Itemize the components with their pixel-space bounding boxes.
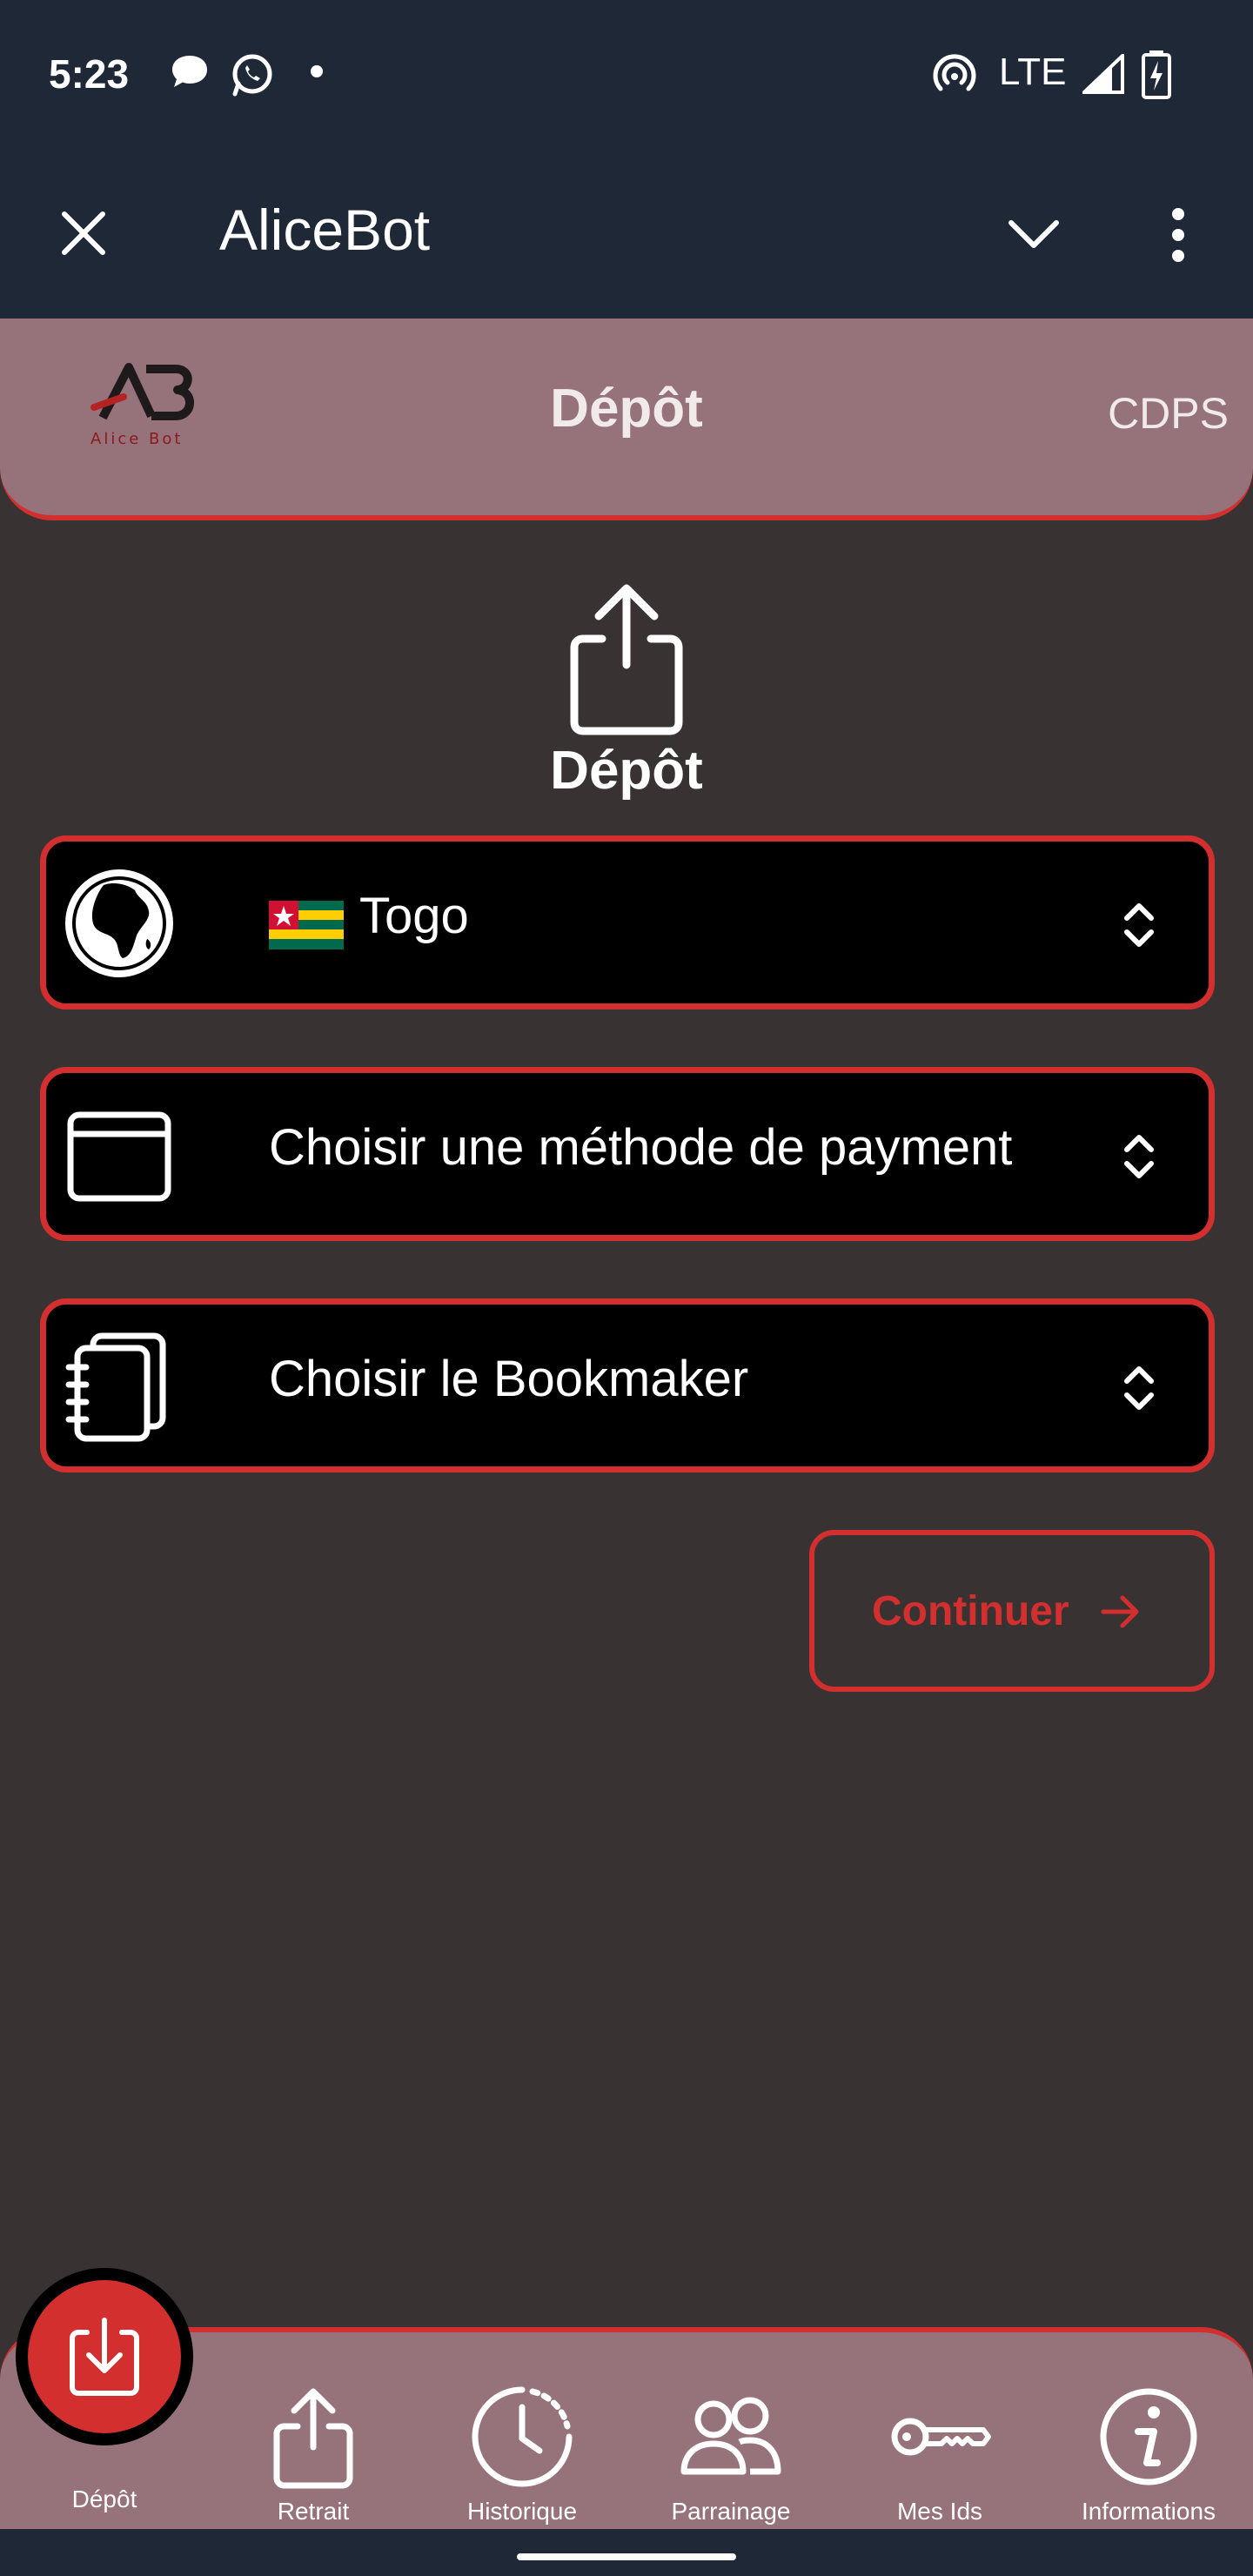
battery-charging-icon [1142, 50, 1171, 99]
upload-share-icon [570, 584, 683, 735]
nav-label: Parrainage [671, 2498, 791, 2525]
hero-label: Dépôt [550, 741, 703, 801]
continue-label: Continuer [872, 1588, 1069, 1634]
arrow-right-icon [1101, 1595, 1139, 1628]
nav-item-depot[interactable] [16, 2268, 193, 2445]
nav-item-mes-ids[interactable]: Mes Ids [835, 2332, 1044, 2534]
network-type: LTE [999, 50, 1067, 93]
header-right-label[interactable]: CDPS [1108, 388, 1229, 439]
hotspot-icon [933, 54, 976, 91]
nav-label-depot: Dépôt [71, 2485, 137, 2512]
status-time: 5:23 [49, 51, 130, 97]
nav-item-historique[interactable]: Historique [418, 2332, 626, 2534]
chat-bubble-icon [172, 56, 207, 87]
country-select[interactable]: Togo [40, 835, 1215, 1010]
page-title: Dépôt [550, 379, 703, 439]
nav-active-indicator [28, 2280, 181, 2433]
bookmaker-value: Choisir le Bookmaker [269, 1351, 749, 1407]
payment-method-value: Choisir une méthode de payment [269, 1119, 1013, 1176]
country-value: Togo [359, 888, 469, 944]
more-vert-icon[interactable] [1168, 207, 1189, 263]
nav-label: Informations [1081, 2498, 1216, 2525]
nav-item-retrait[interactable]: Retrait [209, 2332, 418, 2534]
people-icon [680, 2397, 781, 2475]
page-header: Alice Bot Dépôt CDPS [0, 319, 1253, 520]
nav-label: Retrait [277, 2498, 350, 2525]
download-icon [70, 2318, 139, 2396]
dot-icon [311, 65, 323, 77]
continue-button[interactable]: Continuer [809, 1530, 1215, 1692]
unfold-icon [1124, 1135, 1154, 1178]
key-icon [891, 2418, 991, 2456]
signal-icon [1082, 54, 1124, 94]
gesture-handle[interactable] [517, 2553, 736, 2560]
upload-icon [273, 2388, 353, 2489]
chevron-down-icon[interactable] [1008, 219, 1060, 251]
unfold-icon [1124, 1366, 1154, 1410]
close-icon[interactable] [59, 209, 108, 258]
clock-icon [472, 2386, 573, 2487]
nav-label: Historique [466, 2498, 578, 2525]
whatsapp-icon [232, 54, 272, 97]
nav-item-informations[interactable]: Informations [1044, 2332, 1253, 2534]
status-bar: 5:23 LTE [0, 0, 1253, 148]
togo-flag [269, 901, 344, 949]
app-bar: AliceBot [0, 148, 1253, 319]
info-icon [1100, 2388, 1197, 2485]
payment-method-select[interactable]: Choisir une méthode de payment [40, 1067, 1215, 1241]
card-icon [67, 1111, 171, 1202]
system-navigation-area [0, 2529, 1253, 2576]
notebook-icon [65, 1332, 166, 1442]
unfold-icon [1124, 903, 1154, 947]
nav-label: Mes Ids [896, 2498, 983, 2525]
globe-africa-icon [65, 869, 173, 977]
app-title: AliceBot [219, 198, 431, 262]
bookmaker-select[interactable]: Choisir le Bookmaker [40, 1298, 1215, 1472]
nav-item-parrainage[interactable]: Parrainage [626, 2332, 835, 2534]
